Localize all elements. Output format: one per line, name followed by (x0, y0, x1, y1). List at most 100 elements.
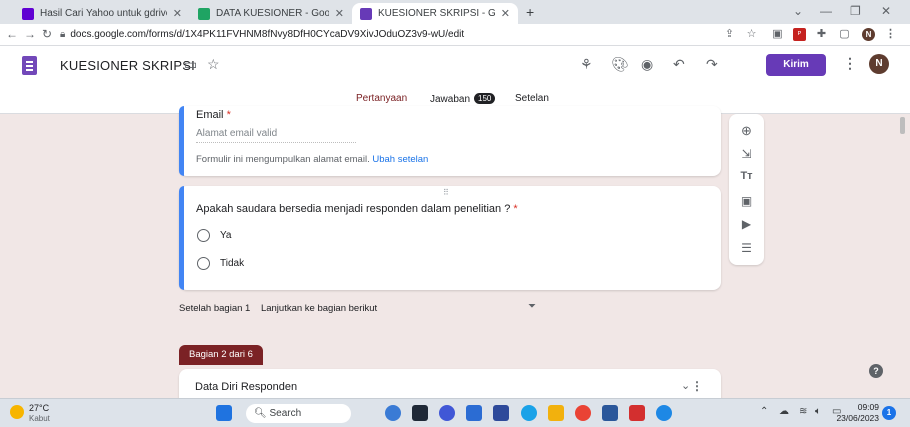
chat-icon[interactable] (439, 405, 455, 421)
active-edge (179, 106, 184, 176)
close-icon[interactable]: ✕ (173, 7, 182, 20)
yahoo-icon (22, 7, 34, 20)
store-icon[interactable] (493, 405, 509, 421)
url-text: docs.google.com/forms/d/1X4PK11FVHNM8fNv… (70, 29, 465, 40)
file-explorer-icon[interactable] (548, 405, 564, 421)
after-section-label: Setelah bagian 1 (179, 303, 251, 314)
tab-responses-label: Jawaban (430, 94, 471, 105)
after-section-row: Setelah bagian 1 Lanjutkan ke bagian ber… (179, 303, 377, 314)
puzzle-icon[interactable]: ✚ (815, 28, 828, 41)
bing-icon[interactable] (385, 405, 401, 421)
sidepanel-icon[interactable]: ▢ (838, 28, 851, 41)
lock-icon: 🔒︎ (60, 29, 66, 40)
more-options-icon[interactable]: ⋮ (843, 55, 857, 72)
tab-search-icon[interactable]: ⌄ (793, 4, 803, 18)
preview-eye-icon[interactable]: ◉ (641, 56, 653, 72)
import-questions-icon[interactable]: ⇲ (739, 147, 754, 161)
pdf-reader-icon[interactable] (629, 405, 645, 421)
wifi-icon[interactable]: ≋ (799, 406, 807, 417)
url-field[interactable]: 🔒︎ docs.google.com/forms/d/1X4PK11FVHNM8f… (60, 27, 464, 43)
tab-title: DATA KUESIONER - Google Drive (216, 8, 329, 19)
windows-start-icon[interactable] (216, 405, 232, 421)
drag-handle-icon[interactable]: ⠿ (443, 188, 449, 197)
photos-icon[interactable] (466, 405, 482, 421)
tab-drive[interactable]: DATA KUESIONER - Google Drive ✕ (190, 3, 352, 24)
addons-icon[interactable]: ⚘ (580, 56, 593, 72)
avatar[interactable]: N (869, 54, 889, 74)
reload-icon[interactable]: ↻ (42, 27, 52, 41)
close-icon[interactable]: ✕ (501, 7, 510, 20)
chrome-icon[interactable] (575, 405, 591, 421)
browser-menu-icon[interactable]: ⋮ (884, 28, 897, 41)
add-video-icon[interactable]: ▶ (739, 217, 754, 231)
add-section-icon[interactable]: ☰ (739, 241, 754, 255)
word-icon[interactable] (602, 405, 618, 421)
add-question-icon[interactable]: ⊕ (739, 123, 754, 139)
forward-icon[interactable]: → (24, 27, 36, 41)
volume-icon[interactable]: 🔈︎ (815, 406, 821, 417)
forms-icon (360, 7, 372, 20)
section-menu-icon[interactable]: ⋮ (691, 379, 703, 393)
edge-icon[interactable] (521, 405, 537, 421)
question-title: Apakah saudara bersedia menjadi responde… (196, 203, 518, 215)
send-button[interactable]: Kirim (766, 54, 826, 76)
help-icon[interactable]: ? (869, 364, 883, 378)
tab-responses[interactable]: Jawaban 150 (430, 93, 496, 105)
forms-logo-icon[interactable] (22, 56, 37, 75)
option-label: Ya (220, 230, 232, 241)
chevron-down-icon[interactable]: ⏷ (528, 301, 536, 312)
minimize-icon[interactable]: — (820, 4, 832, 18)
tab-forms[interactable]: KUESIONER SKRIPSI - Google Forms ✕ (352, 3, 518, 24)
redo-icon[interactable]: ↷ (706, 56, 718, 72)
clock-time: 09:09 (857, 402, 879, 412)
new-tab-button[interactable]: + (526, 4, 534, 20)
question-toolbar: ⊕ ⇲ Tт ▣ ▶ ☰ (729, 114, 764, 265)
option-ya[interactable]: Ya (197, 229, 232, 242)
scrollbar[interactable] (900, 117, 905, 134)
email-note: Formulir ini mengumpulkan alamat email. … (196, 154, 429, 165)
profile-avatar[interactable]: N (862, 28, 875, 41)
question-card[interactable]: ⠿ Apakah saudara bersedia menjadi respon… (179, 186, 721, 290)
extension-icon[interactable]: ▣ (771, 28, 784, 41)
form-title[interactable]: KUESIONER SKRIPSI (60, 58, 195, 73)
email-card[interactable]: Email * Alamat email valid Formulir ini … (179, 106, 721, 176)
share-icon[interactable]: ⇪ (723, 28, 736, 41)
tab-title: Hasil Cari Yahoo untuk gdrive (40, 8, 167, 19)
add-image-icon[interactable]: ▣ (739, 194, 754, 208)
add-title-icon[interactable]: Tт (739, 170, 754, 182)
after-section-select[interactable]: Lanjutkan ke bagian berikut (261, 303, 377, 314)
clock[interactable]: 09:09 23/06/2023 (836, 402, 879, 424)
option-tidak[interactable]: Tidak (197, 257, 244, 270)
section-title[interactable]: Data Diri Responden (195, 381, 297, 393)
email-label: Email * (196, 109, 231, 121)
collapse-icon[interactable]: ⌄ (681, 379, 690, 392)
undo-icon[interactable]: ↶ (673, 56, 685, 72)
close-icon[interactable]: ✕ (335, 7, 344, 20)
cloud-icon[interactable]: ☁ (779, 406, 789, 417)
weather-icon[interactable] (10, 405, 24, 419)
move-to-folder-icon[interactable]: ▭ (184, 56, 197, 72)
section-tag: Bagian 2 dari 6 (179, 345, 263, 365)
weather-widget[interactable]: 27°C Kabut (29, 403, 50, 424)
star-icon[interactable]: ☆ (207, 56, 220, 72)
tab-settings[interactable]: Setelan (515, 93, 549, 104)
taskbar-search[interactable]: 🔍︎ Search (246, 404, 351, 423)
back-icon[interactable]: ← (6, 27, 18, 41)
close-window-icon[interactable]: ✕ (881, 4, 891, 18)
restore-icon[interactable]: ❐ (850, 4, 861, 18)
bookmark-star-icon[interactable]: ☆ (745, 28, 758, 41)
taskview-icon[interactable] (412, 405, 428, 421)
weather-desc: Kabut (29, 414, 50, 423)
pdf-extension-icon[interactable]: ᴾ (793, 28, 806, 41)
browser-tab-bar: Hasil Cari Yahoo untuk gdrive ✕ DATA KUE… (0, 0, 910, 24)
tray-chevron-icon[interactable]: ⌃ (760, 406, 768, 417)
tab-questions[interactable]: Pertanyaan (351, 93, 412, 115)
notification-badge[interactable]: 1 (882, 406, 896, 420)
palette-icon[interactable]: 🎨︎ (611, 56, 629, 72)
chrome-profile-icon[interactable] (656, 405, 672, 421)
forms-header: KUESIONER SKRIPSI ▭ ☆ ⚘ 🎨︎ ◉ ↶ ↷ Kirim ⋮… (0, 46, 910, 115)
tab-yahoo[interactable]: Hasil Cari Yahoo untuk gdrive ✕ (14, 3, 190, 24)
active-edge (179, 186, 184, 290)
change-settings-link[interactable]: Ubah setelan (372, 154, 428, 165)
tab-title: KUESIONER SKRIPSI - Google Forms (378, 8, 495, 19)
